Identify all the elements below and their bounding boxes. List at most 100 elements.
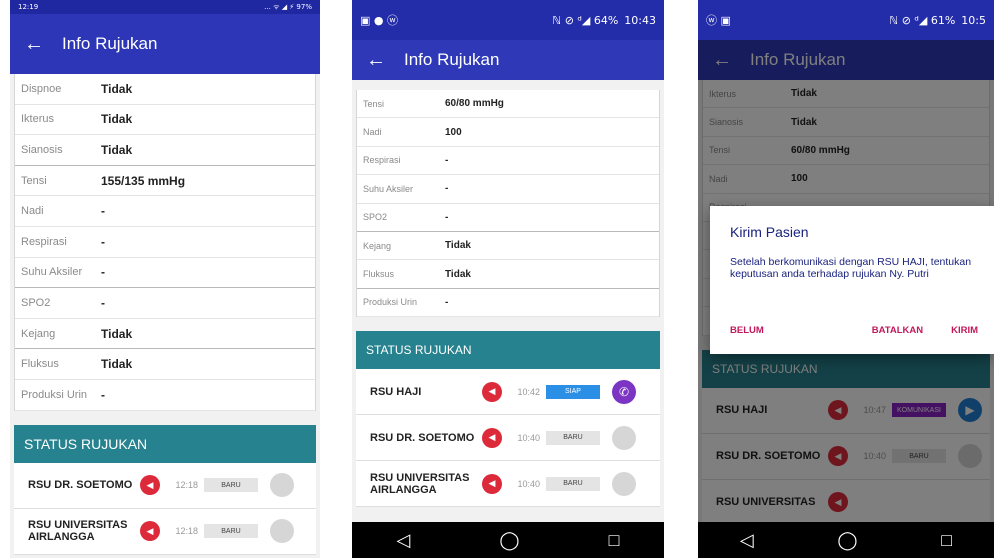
dialog-message: Setelah berkomunikasi dengan RSU HAJI, t… — [730, 256, 972, 280]
row-value: - — [445, 154, 449, 166]
batalkan-button[interactable]: BATALKAN — [872, 325, 923, 336]
row-label: SPO2 — [363, 212, 388, 223]
status-notification-icons: ⓦ ▣ — [706, 14, 731, 27]
info-row: Kejang Tidak — [15, 319, 315, 350]
hospital-time: 12:18 — [175, 526, 198, 537]
row-value: Tidak — [101, 81, 133, 96]
app-bar: ← Info Rujukan — [352, 40, 664, 80]
row-label: Produksi Urin — [21, 388, 88, 401]
phone-call-icon[interactable]: ✆ — [612, 379, 636, 404]
row-value: Tidak — [101, 357, 133, 372]
hospital-time: 10:40 — [517, 478, 540, 489]
info-row: Produksi Urin - — [357, 289, 659, 318]
android-nav-bar: ◁ ◯ □ — [698, 522, 994, 558]
status-bar: ⓦ ▣ ℕ ⊘ ᵈ◢ 61% 10:5 — [698, 0, 994, 40]
row-value: Tidak — [101, 142, 133, 157]
call-button[interactable] — [612, 471, 636, 496]
row-label: Kejang — [363, 240, 392, 251]
row-value: Tidak — [445, 268, 471, 280]
info-row: SPO2 - — [357, 204, 659, 232]
nav-home-icon[interactable]: ◯ — [837, 530, 857, 551]
row-label: Nadi — [363, 127, 382, 138]
status-badge: BARU — [546, 430, 600, 445]
speaker-icon: ◀ — [140, 475, 160, 496]
status-icons: ... ᯤ ◢ ⚡ 97% — [264, 2, 312, 11]
nav-home-icon[interactable]: ◯ — [499, 530, 519, 551]
row-value: - — [445, 296, 449, 308]
row-value: 100 — [445, 126, 462, 138]
hospital-row[interactable]: RSU DR. SOETOMO ◀ 10:40 BARU — [356, 415, 660, 462]
row-value: - — [101, 234, 105, 249]
info-row: Fluksus Tidak — [357, 260, 659, 289]
info-row: Suhu Aksiler - — [357, 175, 659, 204]
nav-recent-icon[interactable]: □ — [609, 530, 620, 551]
info-row: Tensi 155/135 mmHg — [15, 166, 315, 197]
status-bar: 12:19 ... ᯤ ◢ ⚡ 97% — [10, 0, 320, 14]
dialog-title: Kirim Pasien — [730, 224, 809, 240]
row-label: Suhu Aksiler — [21, 266, 83, 279]
phone-screen-3: ⓦ ▣ ℕ ⊘ ᵈ◢ 61%10:5 ← Info Rujukan Ikteru… — [698, 0, 994, 558]
row-label: Fluksus — [363, 269, 395, 280]
hospital-time: 10:42 — [517, 386, 540, 397]
info-row: Suhu Aksiler - — [15, 258, 315, 289]
row-label: Sianosis — [21, 143, 63, 156]
info-row: Dispnoe Tidak — [15, 74, 315, 105]
phone-screen-2: ▣ ● ⓦ ℕ ⊘ ᵈ◢ 64% 10:43 ← Info Rujukan Ten… — [352, 0, 664, 558]
nav-back-icon[interactable]: ◁ — [397, 530, 411, 551]
row-value: Tidak — [101, 112, 133, 127]
back-arrow-icon[interactable]: ← — [24, 33, 44, 56]
vital-signs-list: Dispnoe Tidak Ikterus Tidak Sianosis Tidak … — [14, 74, 316, 411]
row-label: Fluksus — [21, 358, 59, 371]
row-label: Suhu Aksiler — [363, 183, 414, 194]
belum-button[interactable]: BELUM — [730, 325, 764, 336]
row-value: Tidak — [101, 326, 133, 341]
hospital-time: 10:40 — [517, 432, 540, 443]
nav-back-icon[interactable]: ◁ — [740, 530, 754, 551]
status-time: 10:43 — [624, 13, 656, 27]
status-icons: ℕ ⊘ ᵈ◢ 64% — [552, 13, 619, 27]
status-notification-icons: ▣ ● ⓦ — [360, 14, 398, 27]
row-label: Respirasi — [363, 155, 401, 166]
row-value: Tidak — [445, 240, 471, 252]
status-time: 12:19 — [18, 3, 39, 11]
hospital-row[interactable]: RSU DR. SOETOMO ◀ 12:18 BARU — [14, 462, 316, 509]
speaker-icon: ◀ — [482, 381, 502, 402]
info-row: Respirasi - — [15, 227, 315, 258]
hospital-name: RSU DR. SOETOMO — [28, 479, 133, 492]
row-label: Respirasi — [21, 235, 67, 248]
kirim-button[interactable]: KIRIM — [951, 325, 978, 336]
call-button[interactable] — [270, 473, 294, 498]
back-arrow-icon[interactable]: ← — [366, 49, 386, 72]
row-label: Ikterus — [21, 113, 55, 126]
status-icons: ℕ ⊘ ᵈ◢ 61% — [889, 13, 956, 27]
hospital-row[interactable]: RSU UNIVERSITAS AIRLANGGA ◀ 12:18 BARU — [14, 508, 316, 555]
nav-recent-icon[interactable]: □ — [941, 530, 952, 551]
vital-signs-list: Tensi 60/80 mmHg Nadi 100 Respirasi - Suhu … — [356, 90, 660, 318]
status-rujukan-header: STATUS RUJUKAN — [14, 424, 316, 463]
row-value: - — [101, 204, 105, 219]
info-row: Sianosis Tidak — [15, 135, 315, 166]
row-label: Nadi — [21, 205, 44, 218]
hospital-name: RSU DR. SOETOMO — [370, 431, 475, 444]
row-label: Dispnoe — [21, 82, 62, 95]
row-value: 155/135 mmHg — [101, 173, 186, 188]
status-badge: SIAP — [546, 384, 600, 399]
speaker-icon: ◀ — [140, 521, 160, 542]
hospital-row[interactable]: RSU UNIVERSITAS AIRLANGGA ◀ 10:40 BARU — [356, 461, 660, 508]
call-button[interactable] — [612, 425, 636, 450]
status-badge: BARU — [204, 478, 258, 493]
call-button[interactable] — [270, 519, 294, 544]
android-nav-bar: ◁ ◯ □ — [352, 522, 664, 558]
info-row: Nadi - — [15, 196, 315, 227]
hospital-row[interactable]: RSU HAJI ◀ 10:42 SIAP ✆ — [356, 369, 660, 416]
status-time: 10:5 — [961, 13, 986, 27]
info-row: Respirasi - — [357, 147, 659, 176]
row-label: SPO2 — [21, 296, 51, 309]
row-value: - — [101, 295, 105, 310]
status-badge: BARU — [546, 476, 600, 491]
row-value: - — [445, 183, 449, 195]
dialog-actions: BELUM BATALKAN KIRIM — [730, 325, 978, 336]
row-label: Tensi — [21, 174, 47, 187]
hospital-time: 12:18 — [175, 480, 198, 491]
row-value: - — [445, 211, 449, 223]
